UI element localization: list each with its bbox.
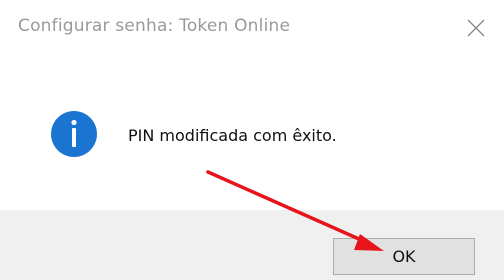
- ok-button[interactable]: OK: [333, 238, 475, 275]
- window-title: Configurar senha: Token Online: [18, 16, 291, 36]
- close-icon: [467, 19, 485, 37]
- dialog-content: PIN modificada com êxito.: [0, 58, 504, 210]
- message-text: PIN modificada com êxito.: [128, 126, 337, 145]
- close-button[interactable]: [462, 14, 490, 42]
- info-icon: [51, 111, 97, 157]
- title-bar: Configurar senha: Token Online: [0, 0, 504, 58]
- button-bar: OK: [0, 210, 504, 280]
- message-dialog: Configurar senha: Token Online PIN modif…: [0, 0, 504, 280]
